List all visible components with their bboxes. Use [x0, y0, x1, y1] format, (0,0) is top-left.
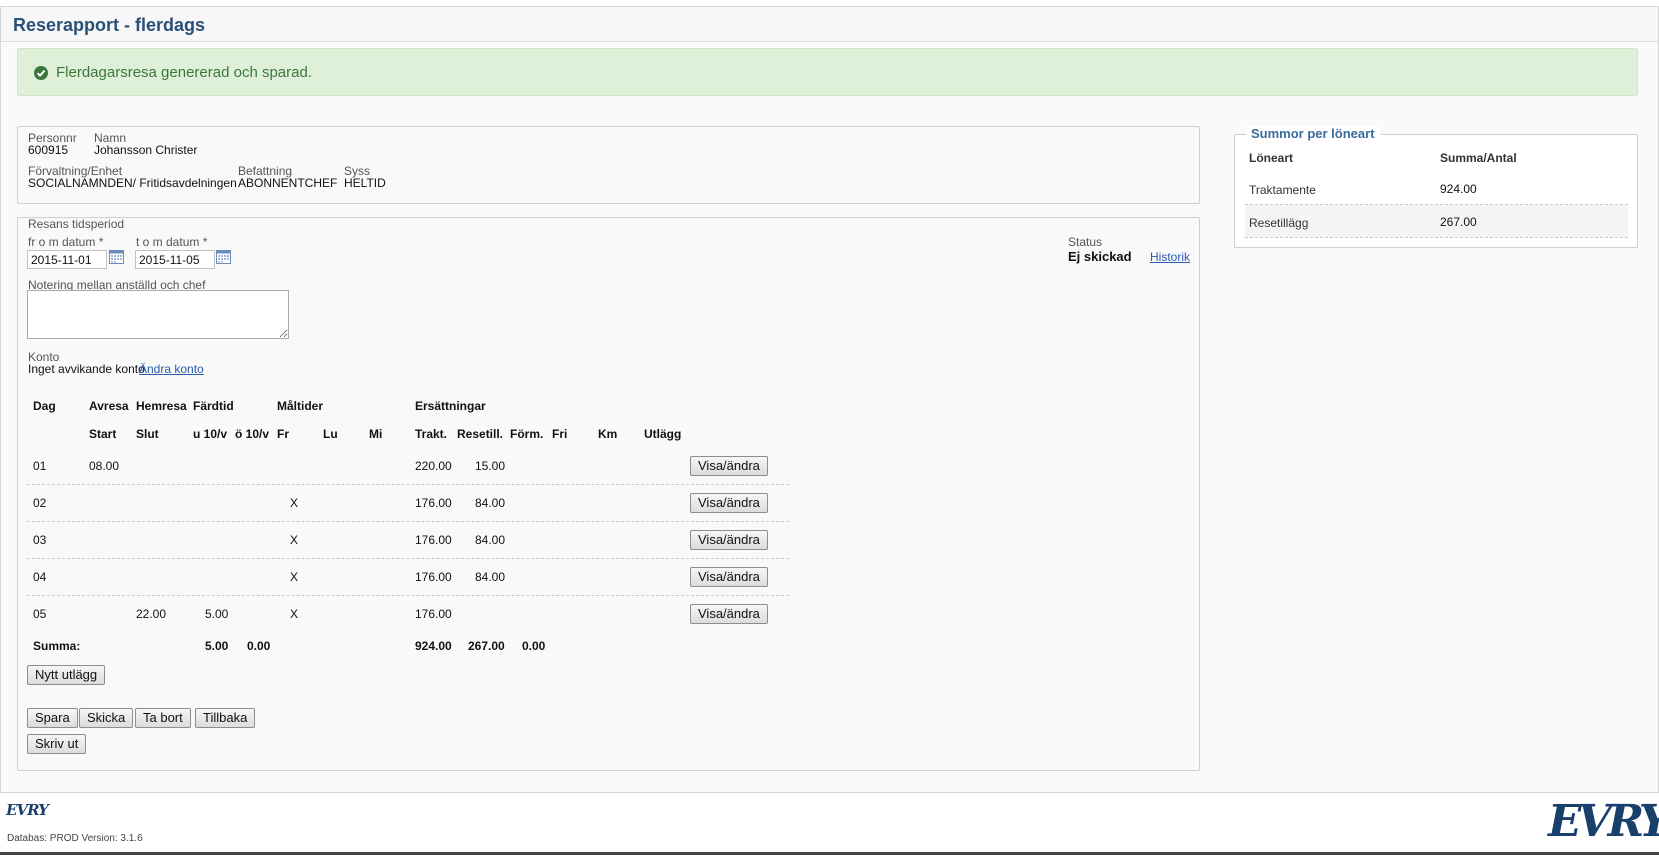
summa-resetill: 267.00	[468, 639, 505, 653]
period-section-label: Resans tidsperiod	[28, 217, 125, 231]
visa-andra-button[interactable]: Visa/ändra	[690, 530, 768, 550]
row-separator	[27, 521, 789, 522]
summa-u10: 5.00	[205, 639, 229, 653]
namn-value: Johansson Christer	[94, 143, 198, 157]
employee-info-box	[17, 126, 1200, 204]
row-trakt: 220.00	[415, 459, 452, 473]
col-header-hemresa: Hemresa	[136, 399, 187, 413]
summary-row-separator	[1245, 237, 1628, 238]
page-title: Reserapport - flerdags	[13, 15, 206, 35]
success-alert: Flerdagarsresa genererad och sparad.	[17, 48, 1638, 96]
col-header-start: Start	[89, 427, 117, 441]
evry-logo-small: EVRY	[6, 801, 49, 819]
befattning-value: ABONNENTCHEF	[238, 176, 338, 190]
col-header-fardtid: Färdtid	[193, 399, 234, 413]
col-header-utlagg: Utlägg	[644, 427, 682, 441]
row-resetill: 84.00	[475, 496, 506, 510]
nytt-utlagg-button[interactable]: Nytt utlägg	[27, 665, 106, 685]
col-header-o10: ö 10/v	[235, 427, 270, 441]
skriv-ut-button[interactable]: Skriv ut	[27, 734, 87, 754]
tillbaka-button[interactable]: Tillbaka	[195, 708, 256, 728]
row-separator	[27, 558, 789, 559]
row-dag: 01	[33, 459, 47, 473]
andra-konto-link[interactable]: Ändra konto	[139, 362, 204, 376]
status-label: Status	[1068, 235, 1103, 249]
historik-link[interactable]: Historik	[1150, 250, 1190, 264]
status-value: Ej skickad	[1068, 249, 1132, 264]
visa-andra-button[interactable]: Visa/ändra	[690, 493, 768, 513]
col-header-form: Förm.	[510, 427, 544, 441]
col-header-dag: Dag	[33, 399, 56, 413]
row-dag: 03	[33, 533, 47, 547]
visa-andra-button[interactable]: Visa/ändra	[690, 604, 768, 624]
row-u10: 5.00	[205, 607, 229, 621]
visa-andra-button[interactable]: Visa/ändra	[690, 456, 768, 476]
col-header-slut: Slut	[136, 427, 159, 441]
forvaltning-value: SOCIALNAMNDEN/ Fritidsavdelningen	[28, 176, 237, 190]
summa-form: 0.00	[522, 639, 546, 653]
version-text: Databas: PROD Version: 3.1.6	[7, 833, 143, 844]
row-separator	[27, 484, 789, 485]
col-header-u10: u 10/v	[193, 427, 228, 441]
page-header: Reserapport - flerdags	[1, 7, 1658, 42]
syss-value: HELTID	[344, 176, 386, 190]
summa-trakt: 924.00	[415, 639, 452, 653]
col-header-avresa: Avresa	[89, 399, 129, 413]
row-slut: 22.00	[136, 607, 167, 621]
row-fr: X	[290, 570, 299, 584]
alert-message: Flerdagarsresa genererad och sparad.	[56, 64, 312, 81]
row-resetill: 15.00	[475, 459, 506, 473]
summa-label: Summa:	[33, 639, 81, 653]
summary-legend: Summor per löneart	[1246, 126, 1380, 141]
summary-row-loneart: Resetillägg	[1249, 216, 1309, 230]
col-header-lu: Lu	[323, 427, 338, 441]
evry-logo: EVRY	[1548, 796, 1659, 847]
from-date-label: fr o m datum *	[28, 235, 104, 249]
col-header-ersattningar: Ersättningar	[415, 399, 486, 413]
col-header-maltider: Måltider	[277, 399, 324, 413]
row-dag: 02	[33, 496, 47, 510]
row-fr: X	[290, 496, 299, 510]
check-circle-icon	[34, 66, 48, 80]
row-trakt: 176.00	[415, 607, 452, 621]
spara-button[interactable]: Spara	[27, 708, 78, 728]
row-trakt: 176.00	[415, 570, 452, 584]
summary-col-loneart: Löneart	[1249, 151, 1294, 165]
konto-text: Inget avvikande konto	[28, 362, 145, 376]
row-trakt: 176.00	[415, 533, 452, 547]
row-trakt: 176.00	[415, 496, 452, 510]
col-header-fr: Fr	[277, 427, 289, 441]
summary-row-summa: 924.00	[1440, 182, 1477, 196]
to-date-input[interactable]	[135, 250, 215, 269]
to-date-label: t o m datum *	[136, 235, 208, 249]
summary-row-loneart: Traktamente	[1249, 183, 1316, 197]
calendar-icon[interactable]	[216, 249, 231, 264]
col-header-trakt: Trakt.	[415, 427, 448, 441]
row-fr: X	[290, 533, 299, 547]
summary-row-summa: 267.00	[1440, 215, 1477, 229]
col-header-fri: Fri	[552, 427, 568, 441]
row-dag: 05	[33, 607, 47, 621]
col-header-mi: Mi	[369, 427, 383, 441]
row-resetill: 84.00	[475, 533, 506, 547]
skicka-button[interactable]: Skicka	[79, 708, 134, 728]
personnr-value: 600915	[28, 143, 69, 157]
note-textarea[interactable]	[27, 290, 289, 339]
col-header-resetill: Resetill.	[457, 427, 504, 441]
row-resetill: 84.00	[475, 570, 506, 584]
col-header-km: Km	[598, 427, 618, 441]
from-date-input[interactable]	[27, 250, 107, 269]
row-fr: X	[290, 607, 299, 621]
ta-bort-button[interactable]: Ta bort	[135, 708, 191, 728]
summa-o10: 0.00	[247, 639, 271, 653]
visa-andra-button[interactable]: Visa/ändra	[690, 567, 768, 587]
summary-col-summa: Summa/Antal	[1440, 151, 1517, 165]
calendar-icon[interactable]	[109, 249, 124, 264]
row-start: 08.00	[89, 459, 120, 473]
row-separator	[27, 595, 789, 596]
row-dag: 04	[33, 570, 47, 584]
